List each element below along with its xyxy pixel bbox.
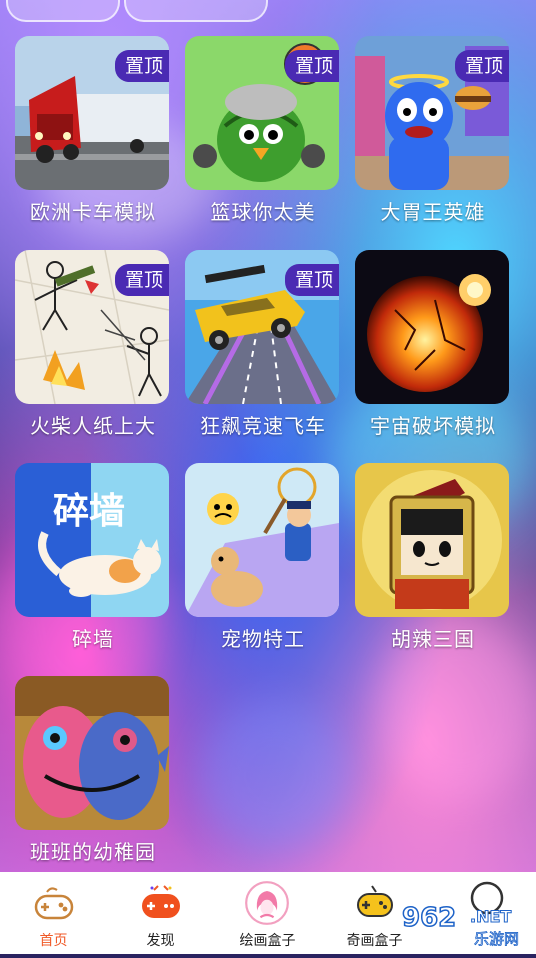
- game-thumbnail: 置顶: [185, 36, 339, 190]
- game-thumbnail: [355, 250, 509, 404]
- top-tab-chip[interactable]: [6, 0, 120, 22]
- nav-item-painting-box[interactable]: 绘画盒子: [214, 872, 321, 954]
- pinned-badge: 置顶: [284, 50, 339, 82]
- game-title: 狂飙竞速飞车: [200, 414, 326, 438]
- watermark-suffix: .NET: [470, 907, 511, 926]
- pinned-badge: 置顶: [454, 50, 509, 82]
- game-thumbnail: 置顶: [15, 250, 169, 404]
- nav-label: 发现: [146, 933, 175, 949]
- game-title: 宇宙破坏模拟: [370, 414, 496, 438]
- game-thumbnail: [185, 463, 339, 617]
- watermark-text: 乐游网: [474, 930, 519, 948]
- nav-item-discover[interactable]: 发现: [107, 872, 214, 954]
- pinned-badge: 置顶: [114, 264, 169, 296]
- game-title: 欧洲卡车模拟: [30, 200, 156, 224]
- painting-avatar-icon: [245, 881, 289, 925]
- gamepad-icon: [34, 887, 74, 920]
- game-thumbnail: 置顶: [355, 36, 509, 190]
- game-title: 碎墙: [72, 627, 114, 651]
- game-controller-icon: [142, 885, 180, 918]
- game-thumbnail: [355, 463, 509, 617]
- top-tab-chip[interactable]: [124, 0, 268, 22]
- game-title: 篮球你太美: [210, 200, 316, 224]
- nav-item-home[interactable]: 首页: [0, 872, 107, 954]
- game-title: 宠物特工: [221, 627, 305, 651]
- watermark-number: 962: [402, 903, 456, 933]
- game-title: 大胃王英雄: [380, 200, 486, 224]
- game-thumbnail: 置顶: [15, 36, 169, 190]
- game-title: 胡辣三国: [391, 627, 475, 651]
- game-title: 班班的幼稚园: [30, 840, 156, 864]
- thumb-logo-text: 碎墙: [53, 491, 125, 532]
- game-thumbnail: 置顶: [185, 250, 339, 404]
- game-thumbnail: 碎墙: [15, 463, 169, 617]
- game-title: 火柴人纸上大: [30, 414, 156, 438]
- nav-label: 绘画盒子: [239, 933, 296, 949]
- site-watermark: 962 .NET 乐游网: [394, 900, 536, 954]
- game-thumbnail: [15, 676, 169, 830]
- pinned-badge: 置顶: [284, 264, 339, 296]
- joystick-icon: [357, 885, 393, 917]
- nav-label: 首页: [39, 933, 68, 949]
- pinned-badge: 置顶: [114, 50, 169, 82]
